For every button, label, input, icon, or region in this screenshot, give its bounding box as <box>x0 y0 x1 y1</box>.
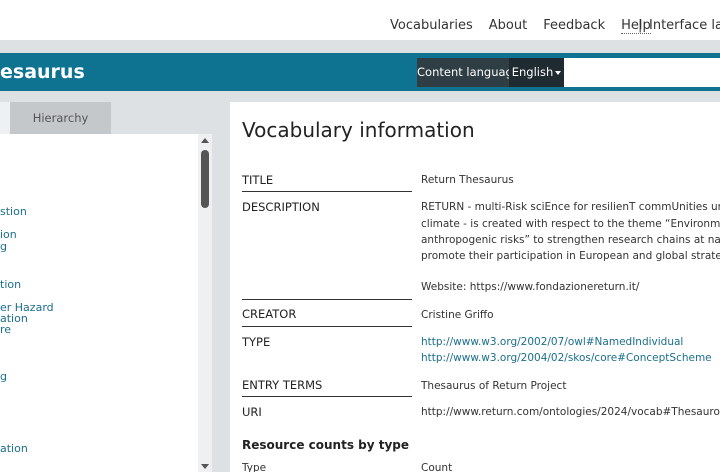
vocabulary-info-panel: Vocabulary information TITLE Return Thes… <box>230 102 720 472</box>
type-link-concept-scheme[interactable]: http://www.w3.org/2004/02/skos/core#Conc… <box>421 350 712 366</box>
description-line: promote their participation in European … <box>421 250 720 262</box>
description-label: DESCRIPTION <box>242 200 320 214</box>
uri-value: http://www.return.com/ontologies/2024/vo… <box>421 406 720 418</box>
top-navigation: Vocabularies About Feedback Help | Inter… <box>0 0 720 40</box>
sidebar-concept-item[interactable]: tion <box>0 279 21 291</box>
title-label: TITLE <box>242 173 274 187</box>
counts-column-count: Count <box>421 462 453 472</box>
search-input[interactable] <box>564 58 720 87</box>
content-language-label: Content language <box>417 58 520 87</box>
creator-label: CREATOR <box>242 307 297 321</box>
description-line: RETURN - multi-Risk sciEnce for resilien… <box>421 201 720 213</box>
vocabulary-title[interactable]: esaurus <box>0 61 85 83</box>
sidebar-concept-item[interactable]: ation <box>0 443 28 455</box>
creator-value: Cristine Griffo <box>421 309 494 321</box>
tab-alphabetical[interactable] <box>0 102 10 134</box>
entry-terms-value: Thesaurus of Return Project <box>421 380 567 392</box>
type-label: TYPE <box>242 335 271 349</box>
sidebar-tabs: Hierarchy <box>0 102 212 134</box>
sidebar-concept-item[interactable]: g <box>0 241 7 253</box>
description-line: climate - is created with respect to the… <box>421 218 720 230</box>
nav-about-link[interactable]: About <box>489 18 527 34</box>
content-language-dropdown[interactable]: English <box>509 58 564 87</box>
nav-vocabularies-link[interactable]: Vocabularies <box>390 18 473 34</box>
counts-column-type: Type <box>242 462 267 472</box>
type-link-named-individual[interactable]: http://www.w3.org/2002/07/owl#NamedIndiv… <box>421 334 683 350</box>
divider <box>242 299 412 300</box>
scroll-up-arrow-icon[interactable] <box>201 138 209 143</box>
nav-separator: | <box>638 18 643 33</box>
description-line: anthropogenic risks” to strengthen resea… <box>421 234 720 246</box>
sidebar-concept-item[interactable]: g <box>0 371 7 383</box>
vocabulary-header: esaurus Content language English <box>0 53 720 91</box>
nav-help-link[interactable]: Help <box>621 18 651 34</box>
caret-down-icon <box>555 70 562 75</box>
page-title: Vocabulary information <box>242 118 475 142</box>
tab-hierarchy[interactable]: Hierarchy <box>10 102 111 134</box>
entry-terms-label: ENTRY TERMS <box>242 378 323 392</box>
sidebar-concept-item[interactable]: stion <box>0 206 27 218</box>
sidebar-scrollbar[interactable] <box>198 134 212 472</box>
title-value: Return Thesaurus <box>421 174 514 186</box>
description-website: Website: https://www.fondazionereturn.it… <box>421 281 640 293</box>
scroll-down-arrow-icon[interactable] <box>201 464 209 469</box>
divider <box>242 326 412 327</box>
sidebar: Hierarchy stion ion g tion er Hazard ati… <box>0 102 212 472</box>
content-language-value: English <box>511 65 554 79</box>
divider <box>242 191 412 192</box>
divider <box>242 396 412 397</box>
nav-feedback-link[interactable]: Feedback <box>543 18 605 34</box>
uri-label: URI <box>242 405 262 419</box>
scrollbar-thumb[interactable] <box>201 150 209 208</box>
sidebar-concept-item[interactable]: re <box>0 324 11 336</box>
interface-language-menu[interactable]: Interface lang <box>649 18 720 33</box>
resource-counts-heading: Resource counts by type <box>242 438 410 452</box>
top-nav-links: Vocabularies About Feedback Help <box>390 18 667 34</box>
